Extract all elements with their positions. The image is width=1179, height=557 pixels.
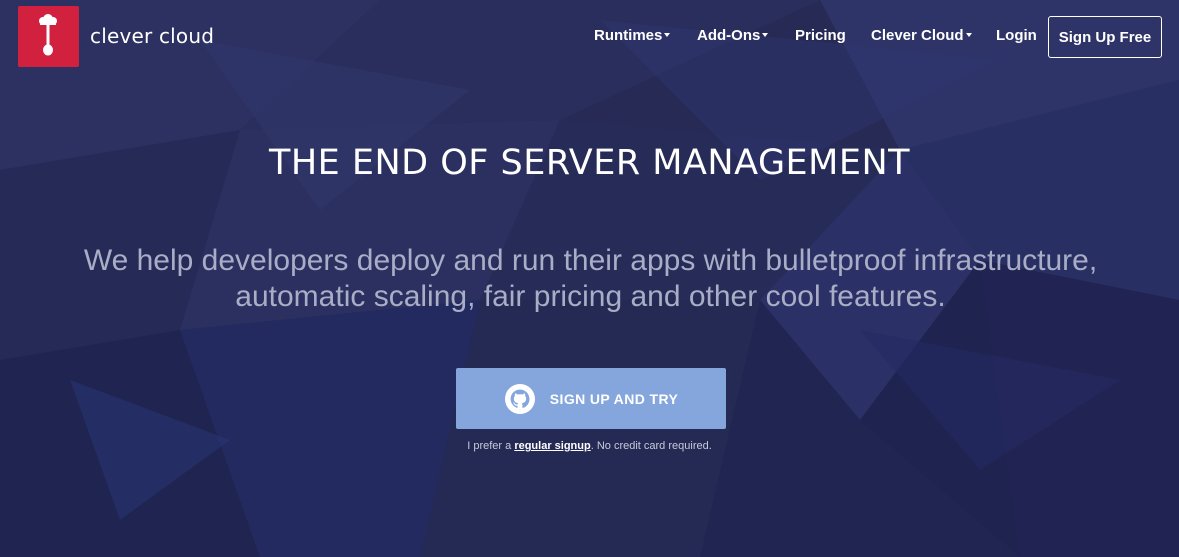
nav-add-ons-label: Add-Ons (697, 27, 761, 44)
signup-note-suffix: . No credit card required. (590, 440, 712, 452)
regular-signup-link[interactable]: regular signup (514, 440, 590, 452)
sign-up-and-try-button[interactable]: SIGN UP AND TRY (456, 368, 726, 429)
site-header: clever cloud Runtimes Add-Ons Pricing Cl… (0, 0, 1179, 76)
nav-runtimes-label: Runtimes (594, 27, 663, 44)
sign-up-and-try-label: SIGN UP AND TRY (549, 390, 679, 407)
chevron-down-icon (762, 33, 769, 38)
nav-clever-cloud[interactable]: Clever Cloud (871, 27, 972, 44)
nav-login[interactable]: Login (996, 27, 1037, 44)
nav-login-label: Login (996, 27, 1037, 44)
nav-runtimes[interactable]: Runtimes (594, 27, 671, 44)
signup-note-prefix: I prefer a (467, 440, 512, 452)
brand-name[interactable]: clever cloud (90, 24, 214, 48)
nav-pricing-label: Pricing (795, 27, 846, 44)
signup-note: I prefer a regular signup. No credit car… (0, 440, 1179, 452)
chevron-down-icon (664, 33, 671, 38)
sign-up-free-button[interactable]: Sign Up Free (1048, 16, 1162, 58)
nav-pricing[interactable]: Pricing (795, 27, 846, 44)
chevron-down-icon (965, 33, 972, 38)
hero-subtitle: We help developers deploy and run their … (83, 244, 1098, 313)
github-icon (504, 383, 536, 415)
nav-add-ons[interactable]: Add-Ons (697, 27, 769, 44)
clever-cloud-logo-icon[interactable] (18, 6, 79, 67)
hero-title: THE END OF SERVER MANAGEMENT (268, 143, 911, 183)
nav-clever-cloud-label: Clever Cloud (871, 27, 964, 44)
